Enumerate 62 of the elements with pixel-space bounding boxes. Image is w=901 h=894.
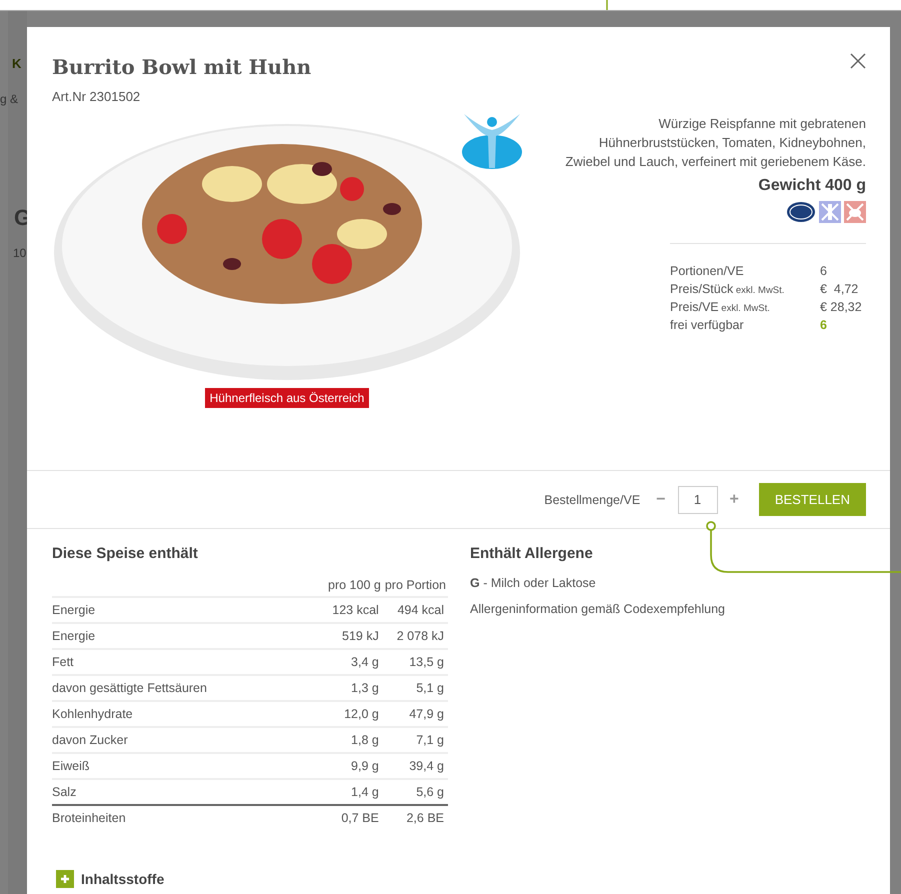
column-header: pro Portion (382, 576, 448, 597)
nutrient-name: davon Zucker (52, 727, 299, 753)
nutrient-value: 1,8 g (298, 727, 383, 753)
plus-icon (56, 870, 74, 888)
detail-value: 6 (820, 264, 828, 278)
nutrient-value: 1,4 g (298, 779, 383, 805)
nutrient-name: Fett (52, 649, 299, 675)
marker-line (606, 0, 608, 10)
detail-label: Preis/Stück exkl. MwSt. (670, 282, 786, 296)
nutrient-value: 3,4 g (298, 649, 383, 675)
nutrient-name: Kohlenhydrate (52, 701, 299, 727)
nutrient-value: 13,5 g (382, 649, 448, 675)
product-title: Burrito Bowl mit Huhn (52, 55, 312, 79)
column-header: pro 100 g (298, 576, 383, 597)
nutrient-value: 519 kJ (298, 623, 383, 649)
nutrient-value: 2 078 kJ (382, 623, 448, 649)
close-icon (850, 53, 866, 69)
crossed-bottle-icon (819, 201, 841, 223)
nutrient-name: davon gesättigte Fettsäuren (52, 675, 299, 701)
nutrient-name: Broteinheiten (52, 805, 299, 830)
nutrient-name: Energie (52, 597, 299, 623)
detail-value: 6 (820, 318, 828, 332)
crossed-pig-icon (844, 201, 866, 223)
close-button[interactable] (848, 51, 868, 71)
product-description: Würzige Reispfanne mit gebratenen Hühnerbruststücken, Tomaten, Kidneybohnen, Zwiebel und Lauch, verfeinert mit geriebenem Käse. (564, 115, 866, 171)
increase-button[interactable]: + (728, 490, 741, 508)
background-text: K (12, 56, 22, 71)
decrease-button[interactable]: − (654, 490, 668, 508)
nutrient-value: 9,9 g (298, 753, 383, 779)
order-button[interactable]: BESTELLEN (758, 483, 866, 516)
quantity-field[interactable]: 1 (678, 486, 718, 514)
allergen-note: Allergeninformation gemäß Codexempfehlung (470, 602, 726, 616)
nutrient-name: Energie (52, 623, 299, 649)
detail-label: Preis/VE exkl. MwSt. (670, 300, 771, 314)
nutrition-heading: Diese Speise enthält (52, 545, 199, 562)
background-text: 10 (13, 246, 26, 260)
nutrient-value: 5,1 g (382, 675, 448, 701)
origin-label: Hühnerfleisch aus Österreich (204, 388, 370, 408)
article-number: Art.Nr 2301502 (52, 89, 142, 104)
order-quantity-label: Bestellmenge/VE (544, 492, 640, 506)
allergens-heading: Enthält Allergene (470, 545, 594, 562)
nutrient-value: 1,3 g (298, 675, 383, 701)
ingredients-toggle[interactable]: Inhaltsstoffe (56, 870, 164, 888)
nutrient-value: 5,6 g (382, 779, 448, 805)
detail-label: frei verfügbar (670, 318, 745, 332)
nutrient-value: 0,7 BE (298, 805, 383, 830)
background-text: g & (0, 92, 18, 106)
nutrient-value: 39,4 g (382, 753, 448, 779)
detail-value: € 28,32 (820, 300, 863, 314)
allergen-item: G - Milch oder Laktose (470, 576, 597, 590)
nutrient-value: 2,6 BE (382, 805, 448, 830)
nutrient-value: 494 kcal (382, 597, 448, 623)
detail-label: Portionen/VE (670, 264, 745, 278)
nutrient-name: Eiweiß (52, 753, 299, 779)
nutrient-value: 47,9 g (382, 701, 448, 727)
detail-value: € 4,72 (820, 282, 860, 296)
product-weight: Gewicht 400 g (758, 177, 866, 195)
nutrient-value: 123 kcal (298, 597, 383, 623)
nutrient-value: 7,1 g (382, 727, 448, 753)
nutrient-value: 12,0 g (298, 701, 383, 727)
nutrient-name: Salz (52, 779, 299, 805)
season-badge-icon (786, 201, 816, 223)
